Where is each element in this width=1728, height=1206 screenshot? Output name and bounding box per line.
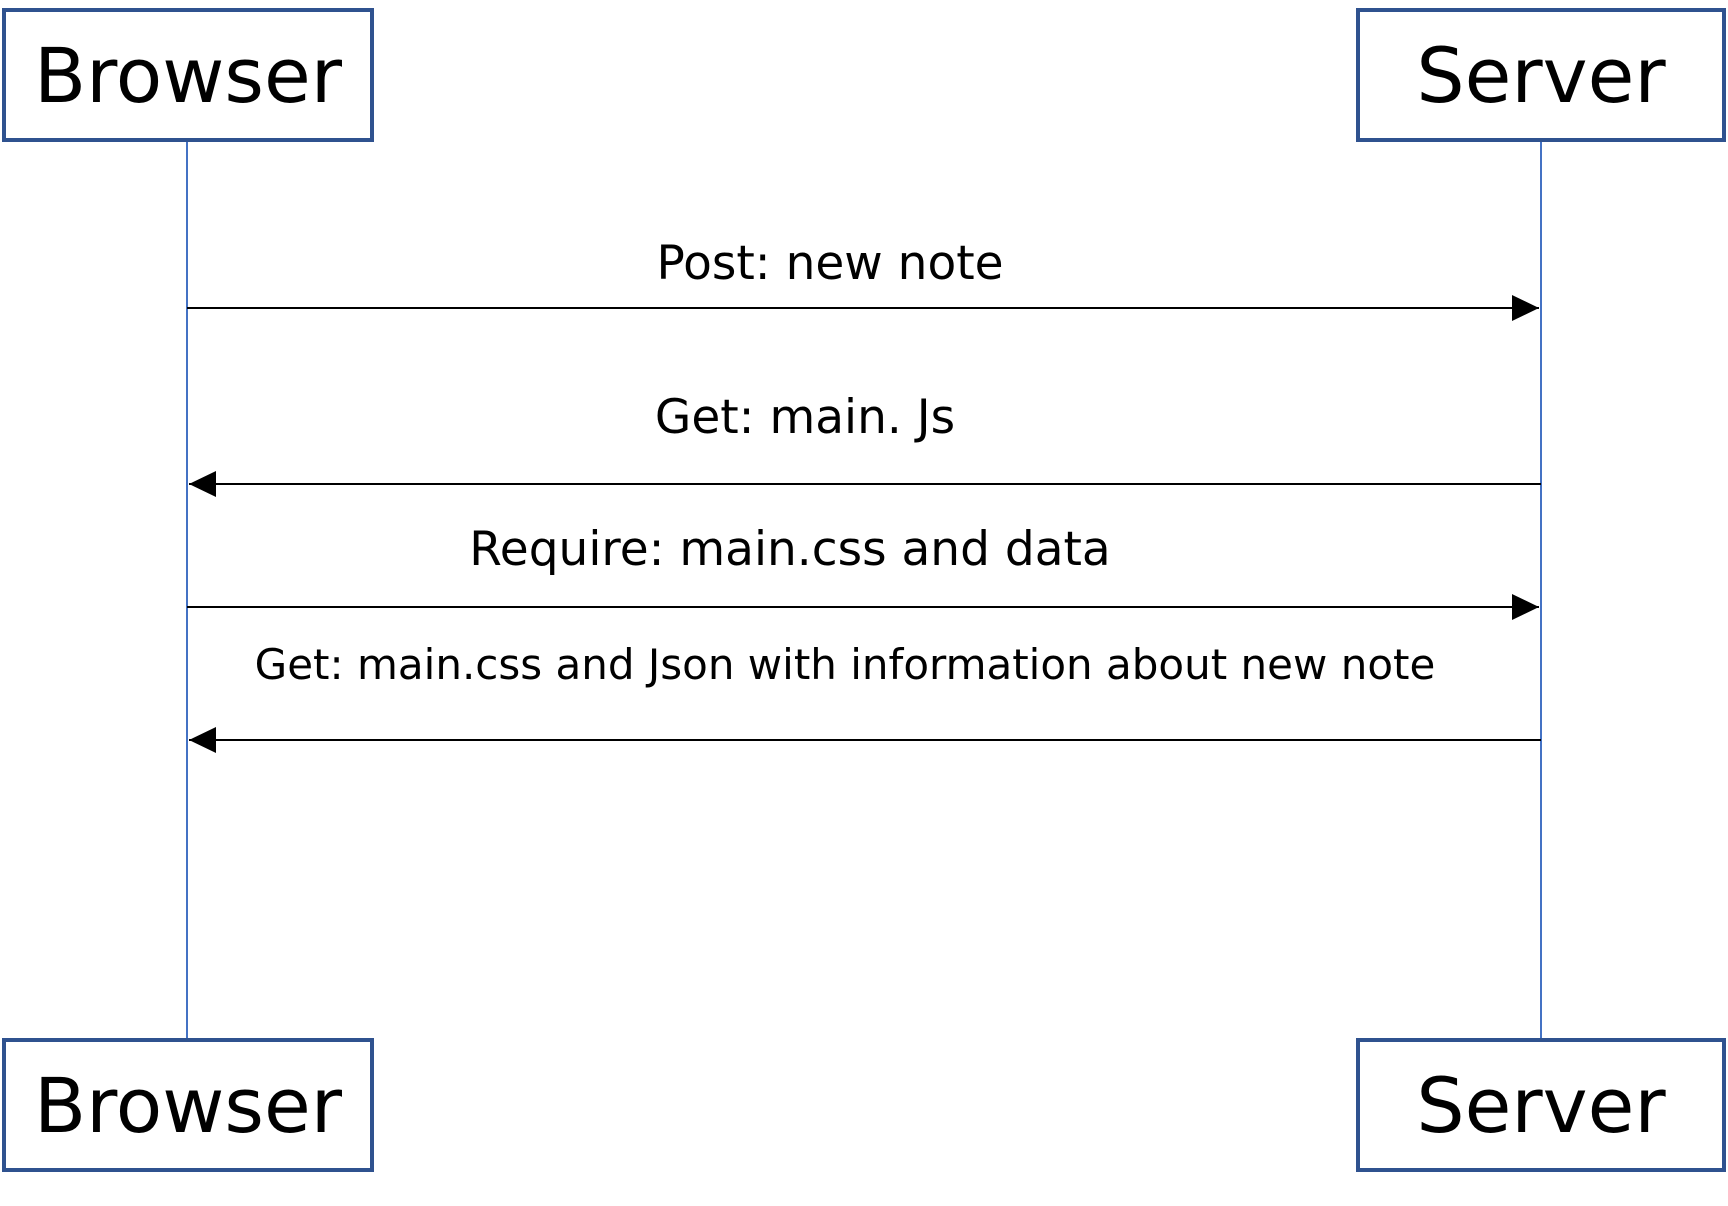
participant-label: Server	[1416, 1060, 1666, 1150]
sequence-diagram: Browser Server Browser Server Post: new …	[0, 0, 1728, 1206]
message-label-get-main-css-json: Get: main.css and Json with information …	[254, 640, 1436, 689]
message-label-post-new-note: Post: new note	[656, 236, 1004, 291]
diagram-lines	[186, 142, 1542, 1040]
participant-label: Server	[1416, 30, 1666, 120]
server-participant-bottom: Server	[1356, 1038, 1726, 1172]
browser-participant-top: Browser	[2, 8, 374, 142]
browser-participant-bottom: Browser	[2, 1038, 374, 1172]
server-participant-top: Server	[1356, 8, 1726, 142]
message-label-require-main-css: Require: main.css and data	[469, 522, 1111, 577]
arrowhead-right	[1512, 594, 1539, 620]
arrowhead-left	[189, 471, 216, 497]
message-label-get-main-js: Get: main. Js	[654, 390, 956, 445]
arrowhead-left	[189, 727, 216, 753]
participant-label: Browser	[34, 30, 342, 120]
arrowhead-right	[1512, 295, 1539, 321]
participant-label: Browser	[34, 1060, 342, 1150]
